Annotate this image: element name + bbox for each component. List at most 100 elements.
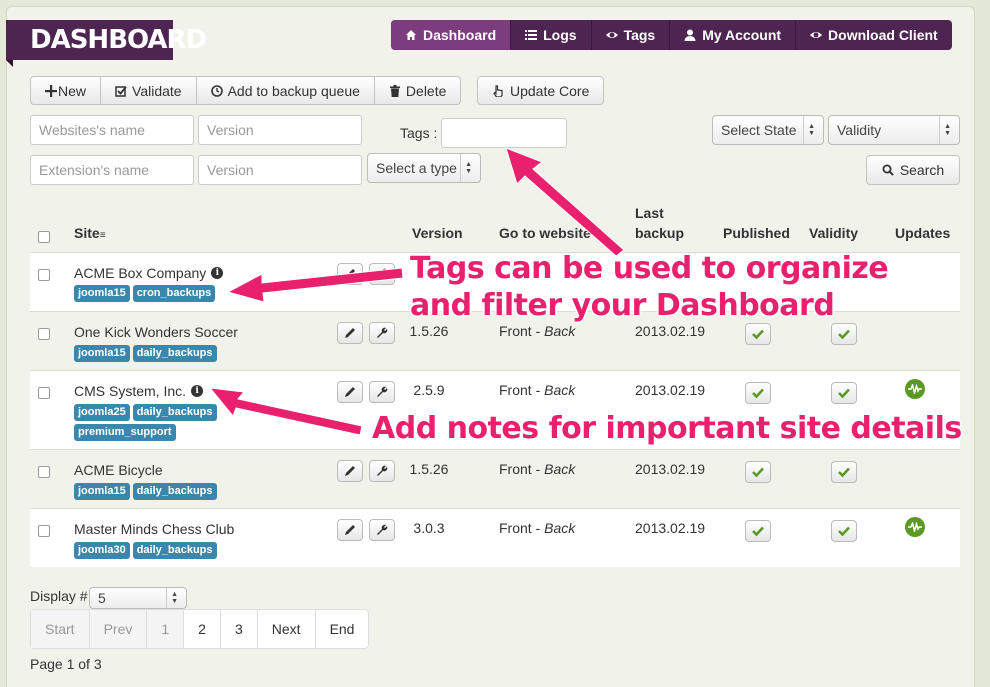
front-link[interactable]: Front xyxy=(499,323,532,339)
pagination-page-3[interactable]: 3 xyxy=(219,610,257,648)
add-to-backup-queue-button[interactable]: Add to backup queue xyxy=(195,77,374,104)
row-checkbox[interactable] xyxy=(38,466,50,478)
tag-badge[interactable]: daily_backups xyxy=(132,345,217,362)
info-icon[interactable]: i xyxy=(211,267,224,279)
tags-input[interactable] xyxy=(441,118,567,148)
pagination-page-2[interactable]: 2 xyxy=(183,610,220,648)
update-available-icon[interactable] xyxy=(905,517,925,537)
header-go-to-website[interactable]: Go to website xyxy=(499,225,591,241)
edit-button[interactable] xyxy=(337,519,363,541)
edit-button[interactable] xyxy=(337,381,363,403)
select-type-dropdown[interactable]: Select a type ▲ ▼ xyxy=(367,153,481,183)
tag-badge[interactable]: joomla15 xyxy=(74,483,130,500)
published-toggle[interactable] xyxy=(745,461,771,483)
header-last-backup-line1[interactable]: Last xyxy=(635,205,664,221)
edit-button[interactable] xyxy=(337,322,363,344)
edit-button[interactable] xyxy=(337,263,363,285)
update-core-button[interactable]: Update Core xyxy=(477,76,605,105)
display-count-value: 5 xyxy=(98,590,106,606)
header-published[interactable]: Published xyxy=(723,225,790,241)
tag-badge[interactable]: joomla15 xyxy=(74,285,130,302)
site-name[interactable]: One Kick Wonders Soccer xyxy=(74,324,238,340)
row-checkbox[interactable] xyxy=(38,387,50,399)
checkmark-icon xyxy=(752,329,764,340)
pencil-icon xyxy=(345,387,355,397)
tag-badge[interactable]: joomla25 xyxy=(74,404,130,421)
back-link[interactable]: Back xyxy=(544,461,575,477)
settings-button[interactable] xyxy=(369,519,395,541)
version-input-1[interactable]: Version xyxy=(198,115,362,145)
row-checkbox[interactable] xyxy=(38,328,50,340)
published-toggle[interactable] xyxy=(745,323,771,345)
validity-dropdown[interactable]: Validity ▲ ▼ xyxy=(828,115,960,145)
edit-button[interactable] xyxy=(337,460,363,482)
info-icon[interactable]: i xyxy=(191,385,204,397)
site-name-text: ACME Bicycle xyxy=(74,462,163,478)
settings-button[interactable] xyxy=(369,263,395,285)
pagination-start[interactable]: Start xyxy=(31,610,89,648)
validity-toggle[interactable] xyxy=(831,520,857,542)
tag-badge[interactable]: joomla30 xyxy=(74,542,130,559)
published-toggle[interactable] xyxy=(745,520,771,542)
front-link[interactable]: Front xyxy=(499,461,532,477)
tag-badge[interactable]: cron_backups xyxy=(132,285,216,302)
tag-badge[interactable]: daily_backups xyxy=(132,404,217,421)
search-button[interactable]: Search xyxy=(866,155,960,185)
extension-name-input[interactable]: Extension's name xyxy=(30,155,194,185)
pagination-end[interactable]: End xyxy=(314,610,369,648)
nav-logs[interactable]: Logs xyxy=(510,20,590,50)
site-name[interactable]: ACME Bicycle xyxy=(74,462,163,478)
header-validity[interactable]: Validity xyxy=(809,225,858,241)
site-name[interactable]: CMS System, Inc. i xyxy=(74,383,204,399)
front-link[interactable]: Front xyxy=(499,382,532,398)
settings-button[interactable] xyxy=(369,460,395,482)
select-arrows-icon: ▲ ▼ xyxy=(939,116,951,144)
pagination-page-1[interactable]: 1 xyxy=(146,610,184,648)
tags-annotation-line2: and filter your Dashboard xyxy=(410,288,835,323)
nav-dashboard[interactable]: Dashboard xyxy=(391,20,511,50)
validity-toggle[interactable] xyxy=(831,382,857,404)
site-name[interactable]: Master Minds Chess Club xyxy=(74,521,234,537)
back-link[interactable]: Back xyxy=(544,323,575,339)
back-link[interactable]: Back xyxy=(544,382,575,398)
row-checkbox[interactable] xyxy=(38,525,50,537)
display-count-dropdown[interactable]: 5 ▲ ▼ xyxy=(89,587,187,609)
header-updates[interactable]: Updates xyxy=(895,225,950,241)
select-arrows-icon: ▲ ▼ xyxy=(803,116,815,144)
nav-tags[interactable]: Tags xyxy=(590,20,670,50)
websites-name-input[interactable]: Websites's name xyxy=(30,115,194,145)
validity-toggle[interactable] xyxy=(831,461,857,483)
tag-badge[interactable]: premium_support xyxy=(74,424,176,441)
delete-button[interactable]: Delete xyxy=(373,77,460,104)
header-last-backup-line2[interactable]: backup xyxy=(635,225,684,241)
search-icon xyxy=(882,164,894,176)
settings-button[interactable] xyxy=(369,322,395,344)
page-of-label: Page 1 of 3 xyxy=(30,656,102,672)
published-toggle[interactable] xyxy=(745,382,771,404)
tag-badge[interactable]: daily_backups xyxy=(132,483,217,500)
settings-button[interactable] xyxy=(369,381,395,403)
select-all-checkbox[interactable] xyxy=(38,231,50,243)
list-icon xyxy=(525,30,538,40)
header-site[interactable]: Site≡ xyxy=(74,225,106,241)
select-state-dropdown[interactable]: Select State ▲ ▼ xyxy=(712,115,824,145)
header-version[interactable]: Version xyxy=(412,225,463,241)
search-button-label: Search xyxy=(899,162,945,178)
notes-annotation: Add notes for important site details xyxy=(372,411,962,446)
version-input-2[interactable]: Version xyxy=(198,155,362,185)
validity-toggle[interactable] xyxy=(831,323,857,345)
pagination-next[interactable]: Next xyxy=(256,610,315,648)
validate-button[interactable]: Validate xyxy=(100,77,196,104)
new-button[interactable]: New xyxy=(31,77,100,104)
tag-badge[interactable]: daily_backups xyxy=(132,542,217,559)
nav-my-account[interactable]: My Account xyxy=(669,20,795,50)
nav-download-client[interactable]: Download Client xyxy=(795,20,952,50)
update-available-icon[interactable] xyxy=(905,379,925,399)
new-button-label: New xyxy=(58,82,87,99)
site-name[interactable]: ACME Box Company i xyxy=(74,265,224,281)
row-checkbox[interactable] xyxy=(38,269,50,281)
back-link[interactable]: Back xyxy=(544,520,575,536)
pagination-prev[interactable]: Prev xyxy=(88,610,147,648)
tag-badge[interactable]: joomla15 xyxy=(74,345,130,362)
front-link[interactable]: Front xyxy=(499,520,532,536)
